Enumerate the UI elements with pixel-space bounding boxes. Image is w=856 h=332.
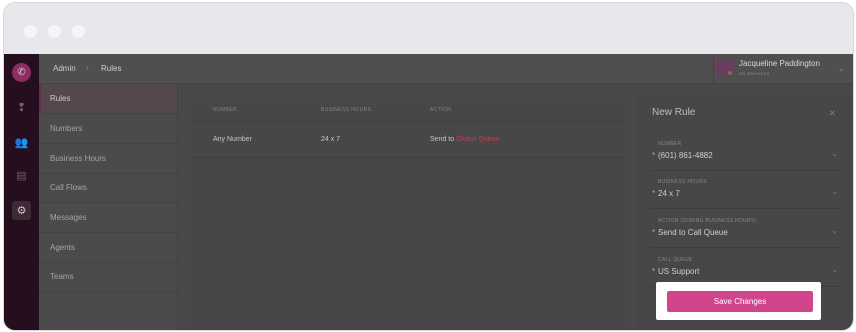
sidebar-item-business-hours[interactable]: Business Hours <box>39 144 177 174</box>
sidebar-item-teams[interactable]: Teams <box>39 262 177 292</box>
cell-business-hours: 24 x 7 <box>321 136 341 143</box>
required-marker: * <box>652 189 656 198</box>
gear-icon[interactable]: ⚙ <box>12 201 31 220</box>
column-header-business-hours[interactable]: BUSINESS HOURS <box>321 107 371 113</box>
field-value: US Support <box>658 267 700 276</box>
number-select[interactable]: NUMBER * (601) 861-4882 ⌄ <box>650 137 840 171</box>
settings-sidebar: Rules Numbers Business Hours Call Flows … <box>39 84 178 330</box>
action-select[interactable]: ACTION (DURING BUSINESS HOURS) * Send to… <box>650 214 840 248</box>
sidebar-item-label: Rules <box>50 94 71 103</box>
field-value: (601) 861-4882 <box>658 151 713 160</box>
rules-table: NUMBER BUSINESS HOURS ACTION Any Number … <box>190 99 626 330</box>
sidebar-item-label: Business Hours <box>50 154 107 163</box>
sidebar-item-label: Call Flows <box>50 183 87 192</box>
field-value: 24 x 7 <box>658 189 680 198</box>
sidebar-item-numbers[interactable]: Numbers <box>39 114 177 144</box>
sidebar-item-label: Agents <box>50 243 75 252</box>
required-marker: * <box>652 151 656 160</box>
column-header-action[interactable]: ACTION <box>430 107 451 113</box>
phone-logo-icon[interactable]: ✆ <box>12 63 31 82</box>
user-name: Jacqueline Paddington <box>739 59 820 68</box>
top-bar: Admin › Rules Jacqueline Paddington ON B… <box>39 54 853 84</box>
chevron-down-icon[interactable]: ⌄ <box>831 265 838 274</box>
window-chrome <box>4 3 853 54</box>
business-hours-select[interactable]: BUSINESS HOURS * 24 x 7 ⌄ <box>650 175 840 209</box>
avatar <box>716 59 733 76</box>
minimize-dot-icon[interactable] <box>48 25 61 38</box>
close-dot-icon[interactable] <box>24 25 37 38</box>
sidebar-item-agents[interactable]: Agents <box>39 233 177 263</box>
cell-action: Send to Global Queue <box>430 136 499 143</box>
sidebar-item-rules[interactable]: Rules <box>39 84 177 114</box>
row-divider <box>190 157 626 158</box>
save-changes-button[interactable]: Save Changes <box>667 291 813 312</box>
user-menu[interactable]: Jacqueline Paddington ON BROWSER ⌄ <box>713 54 845 84</box>
chevron-down-icon[interactable]: ⌄ <box>831 149 838 158</box>
user-status: ON BROWSER <box>739 71 770 76</box>
field-label: CALL QUEUE <box>658 257 693 263</box>
sidebar-item-label: Messages <box>50 213 87 222</box>
people-icon[interactable]: 👥 <box>12 133 31 152</box>
breadcrumb-rules: Rules <box>101 64 122 73</box>
field-value: Send to Call Queue <box>658 228 728 237</box>
cell-number: Any Number <box>213 136 252 143</box>
chevron-down-icon[interactable]: ⌄ <box>831 226 838 235</box>
field-label: NUMBER <box>658 141 682 147</box>
required-marker: * <box>652 228 656 237</box>
icon-rail: ✆ ❢ 👥 ▤ ⚙ <box>4 54 39 330</box>
maximize-dot-icon[interactable] <box>72 25 85 38</box>
field-label: BUSINESS HOURS <box>658 179 707 185</box>
chevron-down-icon[interactable]: ⌄ <box>838 64 845 73</box>
close-icon[interactable]: ✕ <box>828 108 836 119</box>
sidebar-item-messages[interactable]: Messages <box>39 203 177 233</box>
pin-icon[interactable]: ❢ <box>12 98 31 117</box>
global-queue-link[interactable]: Global Queue <box>456 136 499 143</box>
sidebar-item-label: Teams <box>50 272 74 281</box>
card-icon[interactable]: ▤ <box>12 166 31 185</box>
breadcrumb-separator-icon: › <box>86 63 89 72</box>
sidebar-item-label: Numbers <box>50 124 83 133</box>
required-marker: * <box>652 267 656 276</box>
column-header-number[interactable]: NUMBER <box>213 107 237 113</box>
panel-title: New Rule <box>652 107 696 118</box>
header-divider <box>190 121 626 122</box>
breadcrumb-admin[interactable]: Admin <box>53 64 76 73</box>
sidebar-item-call-flows[interactable]: Call Flows <box>39 173 177 203</box>
chevron-down-icon[interactable]: ⌄ <box>831 187 838 196</box>
online-status-icon <box>728 71 732 75</box>
action-prefix: Send to <box>430 136 455 143</box>
field-label: ACTION (DURING BUSINESS HOURS) <box>658 218 757 224</box>
save-highlight: Save Changes <box>656 282 821 320</box>
